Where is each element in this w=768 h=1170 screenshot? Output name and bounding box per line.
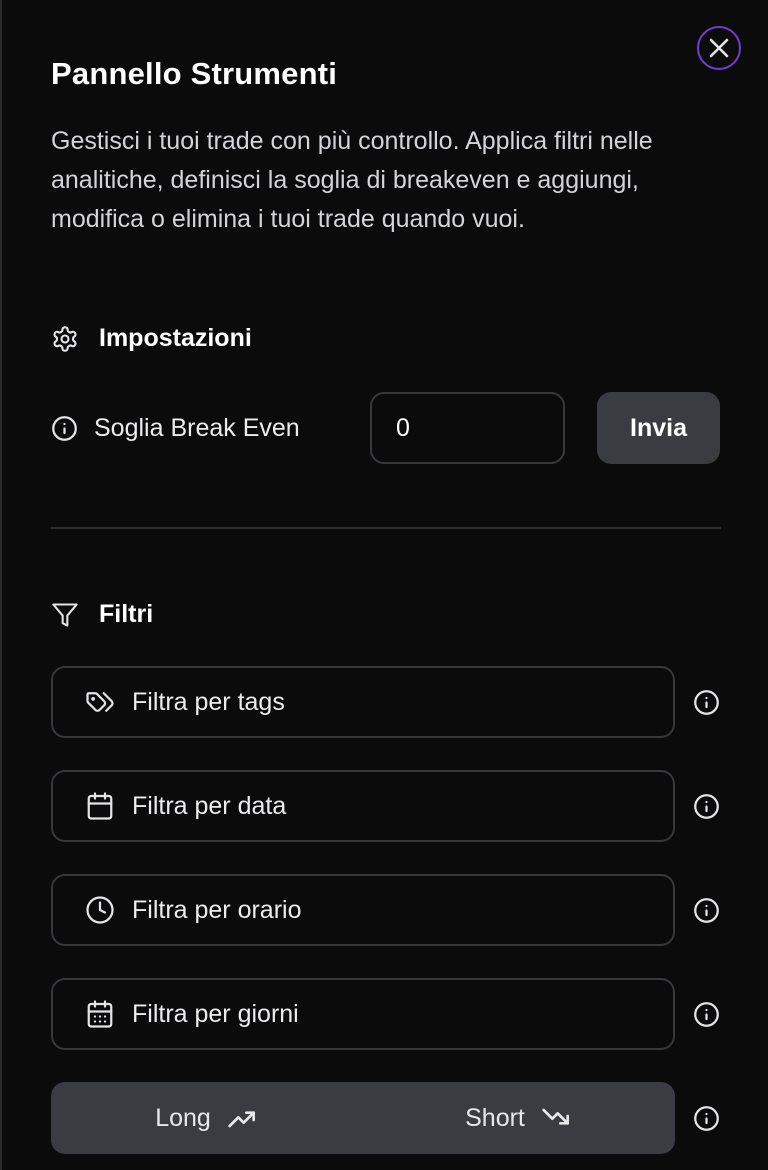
short-option[interactable]: Short <box>363 1082 675 1154</box>
info-icon <box>693 1105 719 1131</box>
info-icon <box>693 1001 719 1027</box>
filter-tags-label: Filtra per tags <box>132 687 285 716</box>
breakeven-label: Soglia Break Even <box>94 413 300 442</box>
long-label: Long <box>155 1103 211 1132</box>
short-label: Short <box>465 1103 525 1132</box>
panel-title: Pannello Strumenti <box>51 56 338 91</box>
filter-days-label: Filtra per giorni <box>132 999 299 1028</box>
filter-date-label: Filtra per data <box>132 791 287 820</box>
filter-icon <box>52 602 78 627</box>
calendar-days-icon <box>87 1000 113 1028</box>
direction-toggle: Long Short <box>51 1082 675 1154</box>
calendar-icon <box>87 792 113 820</box>
long-option[interactable]: Long <box>51 1082 363 1154</box>
filter-time-field[interactable]: Filtra per orario <box>51 874 675 946</box>
breakeven-input[interactable] <box>370 392 565 464</box>
settings-heading-label: Impostazioni <box>99 324 252 352</box>
info-icon <box>693 897 719 923</box>
trending-down-icon <box>542 1108 569 1125</box>
filter-tags-info-button[interactable] <box>692 688 720 716</box>
close-icon <box>709 38 729 58</box>
breakeven-row: Soglia Break Even Invia <box>51 392 721 464</box>
info-icon <box>693 793 719 819</box>
settings-heading: Impostazioni <box>51 324 252 353</box>
direction-info-button[interactable] <box>692 1104 720 1132</box>
panel-description: Gestisci i tuoi trade con più controllo.… <box>51 127 653 233</box>
info-icon <box>693 689 719 715</box>
tag-icon <box>86 692 114 712</box>
trending-up-icon <box>228 1111 255 1128</box>
gear-icon <box>53 325 77 352</box>
filter-days-field[interactable]: Filtra per giorni <box>51 978 675 1050</box>
filter-date-field[interactable]: Filtra per data <box>51 770 675 842</box>
close-button[interactable] <box>697 26 741 70</box>
submit-button[interactable]: Invia <box>597 392 720 464</box>
filter-time-label: Filtra per orario <box>132 895 302 924</box>
filter-tags-field[interactable]: Filtra per tags <box>51 666 675 738</box>
section-divider <box>51 527 721 529</box>
filters-heading-label: Filtri <box>99 600 154 628</box>
clock-icon <box>86 896 114 924</box>
filter-date-info-button[interactable] <box>692 792 720 820</box>
filter-days-info-button[interactable] <box>692 1000 720 1028</box>
filter-time-info-button[interactable] <box>692 896 720 924</box>
filters-heading: Filtri <box>51 600 153 629</box>
panel-left-border <box>0 0 2 1170</box>
info-icon[interactable] <box>51 415 78 442</box>
